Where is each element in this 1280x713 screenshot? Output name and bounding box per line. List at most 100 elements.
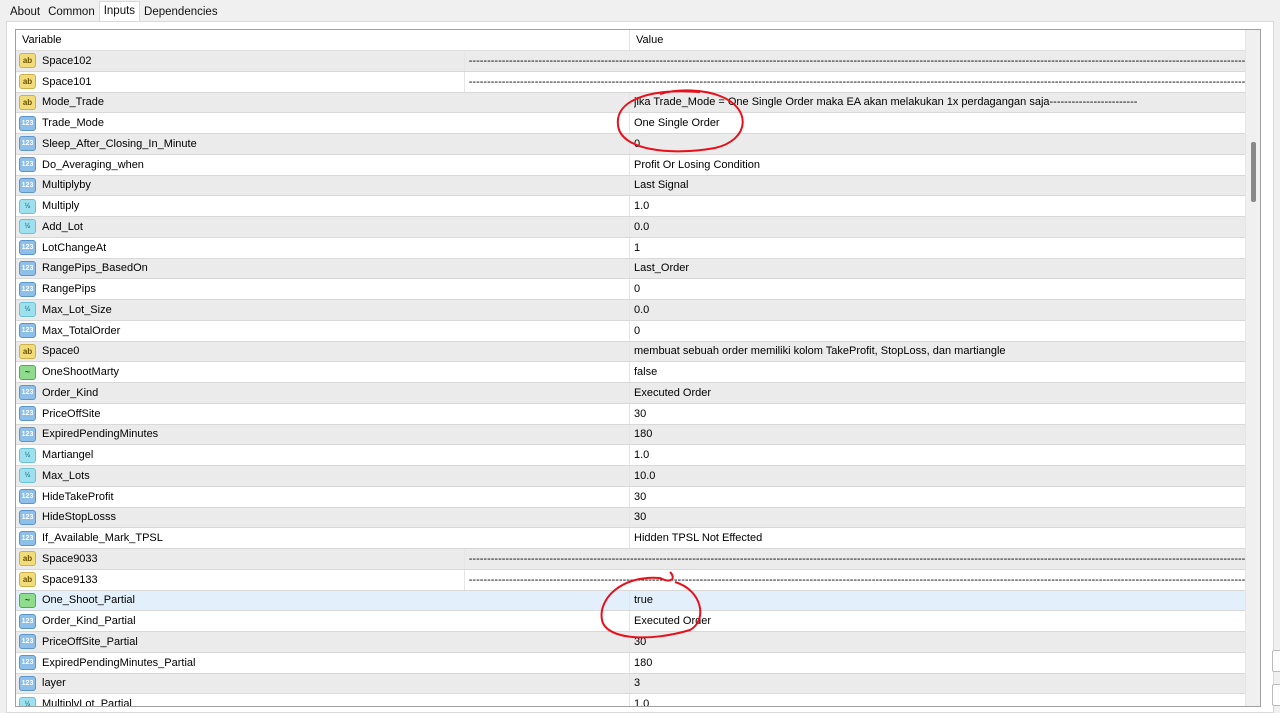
table-row[interactable]: 123 ExpiredPendingMinutes 180 (16, 424, 1260, 446)
value-cell[interactable]: 10.0 (630, 466, 1260, 486)
table-row[interactable]: ½ Add_Lot 0.0 (16, 217, 1260, 238)
value-text[interactable]: Profit Or Losing Condition (634, 159, 760, 171)
value-cell[interactable]: ----------------------------------------… (465, 72, 1260, 92)
value-text[interactable]: true (634, 594, 653, 606)
value-text[interactable]: 30 (634, 636, 646, 648)
value-text[interactable]: 1.0 (634, 449, 649, 461)
value-text[interactable]: 0.0 (634, 304, 649, 316)
value-cell[interactable]: 0 (630, 279, 1260, 299)
value-text[interactable]: 1 (634, 242, 640, 254)
value-text[interactable]: 1.0 (634, 200, 649, 212)
value-cell[interactable]: membuat sebuah order memiliki kolom Take… (630, 342, 1260, 362)
value-cell[interactable]: 30 (630, 508, 1260, 528)
value-text[interactable]: jika Trade_Mode = One Single Order maka … (634, 96, 1137, 108)
value-text[interactable]: false (634, 366, 657, 378)
value-cell[interactable]: Executed Order (630, 611, 1260, 631)
value-text[interactable]: 30 (634, 491, 646, 503)
value-text[interactable]: 0 (634, 283, 640, 295)
table-row[interactable]: ½ Max_Lot_Size 0.0 (16, 300, 1260, 321)
table-row[interactable]: ½ MultiplyLot_Partial 1.0 (16, 694, 1260, 706)
value-text[interactable]: Last Signal (634, 179, 688, 191)
table-row[interactable]: ab Space102 ------------------------------… (16, 51, 1260, 72)
value-cell[interactable]: 0.0 (630, 300, 1260, 320)
value-cell[interactable]: 180 (630, 425, 1260, 445)
table-row[interactable]: ab Space9133 -----------------------------… (16, 569, 1260, 591)
table-row[interactable]: ab Space101 ------------------------------… (16, 71, 1260, 93)
vertical-scrollbar[interactable] (1245, 30, 1260, 706)
tab-inputs[interactable]: Inputs (98, 1, 141, 23)
table-row[interactable]: ab Mode_Trade jika Trade_Mode = One Single… (16, 92, 1260, 114)
value-text[interactable]: Hidden TPSL Not Effected (634, 532, 762, 544)
value-text[interactable]: Last_Order (634, 262, 689, 274)
table-row[interactable]: ~ OneShootMarty false (16, 362, 1260, 383)
value-text[interactable]: 180 (634, 657, 652, 669)
table-row[interactable]: ab Space9033 -----------------------------… (16, 549, 1260, 570)
table-row[interactable]: 123 ExpiredPendingMinutes_Partial 180 (16, 652, 1260, 674)
table-row[interactable]: 123 Max_TotalOrder 0 (16, 320, 1260, 342)
value-cell[interactable]: false (630, 362, 1260, 382)
table-row[interactable]: 123 HideTakeProfit 30 (16, 486, 1260, 508)
table-row[interactable]: 123 PriceOffSite 30 (16, 403, 1260, 425)
side-button[interactable] (1272, 650, 1280, 672)
value-cell[interactable]: 3 (630, 674, 1260, 694)
table-row[interactable]: 123 PriceOffSite_Partial 30 (16, 632, 1260, 653)
table-row[interactable]: 123 Multiplyby Last Signal (16, 175, 1260, 197)
value-cell[interactable]: 0.0 (630, 217, 1260, 237)
table-row[interactable]: ½ Max_Lots 10.0 (16, 466, 1260, 487)
value-cell[interactable]: ----------------------------------------… (465, 51, 1260, 71)
column-header-value[interactable]: Value (630, 30, 1260, 50)
table-row[interactable]: ½ Multiply 1.0 (16, 196, 1260, 217)
value-cell[interactable]: 30 (630, 487, 1260, 507)
table-row[interactable]: 123 Sleep_After_Closing_In_Minute 0 (16, 134, 1260, 155)
value-text[interactable]: 0 (634, 325, 640, 337)
value-cell[interactable]: jika Trade_Mode = One Single Order maka … (630, 93, 1260, 113)
value-cell[interactable]: 0 (630, 134, 1260, 154)
tab-about[interactable]: About (6, 2, 44, 22)
table-row[interactable]: 123 layer 3 (16, 673, 1260, 695)
table-row[interactable]: 123 Order_Kind_Partial Executed Order (16, 611, 1260, 632)
value-cell[interactable]: Last Signal (630, 176, 1260, 196)
table-row[interactable]: 123 Trade_Mode One Single Order (16, 113, 1260, 134)
value-cell[interactable]: ----------------------------------------… (465, 549, 1260, 569)
column-header-variable[interactable]: Variable (16, 30, 630, 50)
table-row[interactable]: 123 LotChangeAt 1 (16, 237, 1260, 259)
value-text[interactable]: 30 (634, 408, 646, 420)
tab-common[interactable]: Common (44, 2, 99, 22)
table-row[interactable]: ½ Martiangel 1.0 (16, 445, 1260, 466)
table-row[interactable]: 123 If_Available_Mark_TPSL Hidden TPSL Not… (16, 528, 1260, 549)
value-text[interactable]: One Single Order (634, 117, 720, 129)
table-row[interactable]: 123 RangePips_BasedOn Last_Order (16, 258, 1260, 280)
value-text[interactable]: ----------------------------------------… (469, 553, 1260, 565)
value-cell[interactable]: Executed Order (630, 383, 1260, 403)
value-cell[interactable]: Hidden TPSL Not Effected (630, 528, 1260, 548)
value-text[interactable]: membuat sebuah order memiliki kolom Take… (634, 345, 1006, 357)
value-cell[interactable]: ----------------------------------------… (465, 570, 1260, 590)
value-text[interactable]: 10.0 (634, 470, 655, 482)
value-text[interactable]: Executed Order (634, 387, 711, 399)
value-text[interactable]: ----------------------------------------… (469, 574, 1260, 586)
table-row[interactable]: 123 RangePips 0 (16, 279, 1260, 300)
value-text[interactable]: 3 (634, 677, 640, 689)
tab-dependencies[interactable]: Dependencies (140, 2, 222, 22)
value-text[interactable]: ----------------------------------------… (469, 76, 1260, 88)
value-cell[interactable]: 30 (630, 632, 1260, 652)
table-row[interactable]: ab Space0 membuat sebuah order memiliki ko… (16, 341, 1260, 363)
value-cell[interactable]: Last_Order (630, 259, 1260, 279)
value-cell[interactable]: Profit Or Losing Condition (630, 155, 1260, 175)
side-button[interactable] (1272, 684, 1280, 706)
value-text[interactable]: 180 (634, 428, 652, 440)
value-cell[interactable]: 1.0 (630, 694, 1260, 706)
value-text[interactable]: 30 (634, 511, 646, 523)
value-cell[interactable]: One Single Order (630, 113, 1260, 133)
value-cell[interactable]: 180 (630, 653, 1260, 673)
value-text[interactable]: 1.0 (634, 698, 649, 706)
value-text[interactable]: ----------------------------------------… (469, 55, 1260, 67)
table-row[interactable]: 123 Do_Averaging_when Profit Or Losing Con… (16, 154, 1260, 176)
table-row[interactable]: ~ One_Shoot_Partial true (16, 590, 1260, 612)
value-cell[interactable]: 1 (630, 238, 1260, 258)
value-cell[interactable]: true (630, 591, 1260, 611)
scrollbar-thumb[interactable] (1251, 142, 1256, 202)
value-cell[interactable]: 1.0 (630, 196, 1260, 216)
value-text[interactable]: 0 (634, 138, 640, 150)
value-cell[interactable]: 1.0 (630, 445, 1260, 465)
